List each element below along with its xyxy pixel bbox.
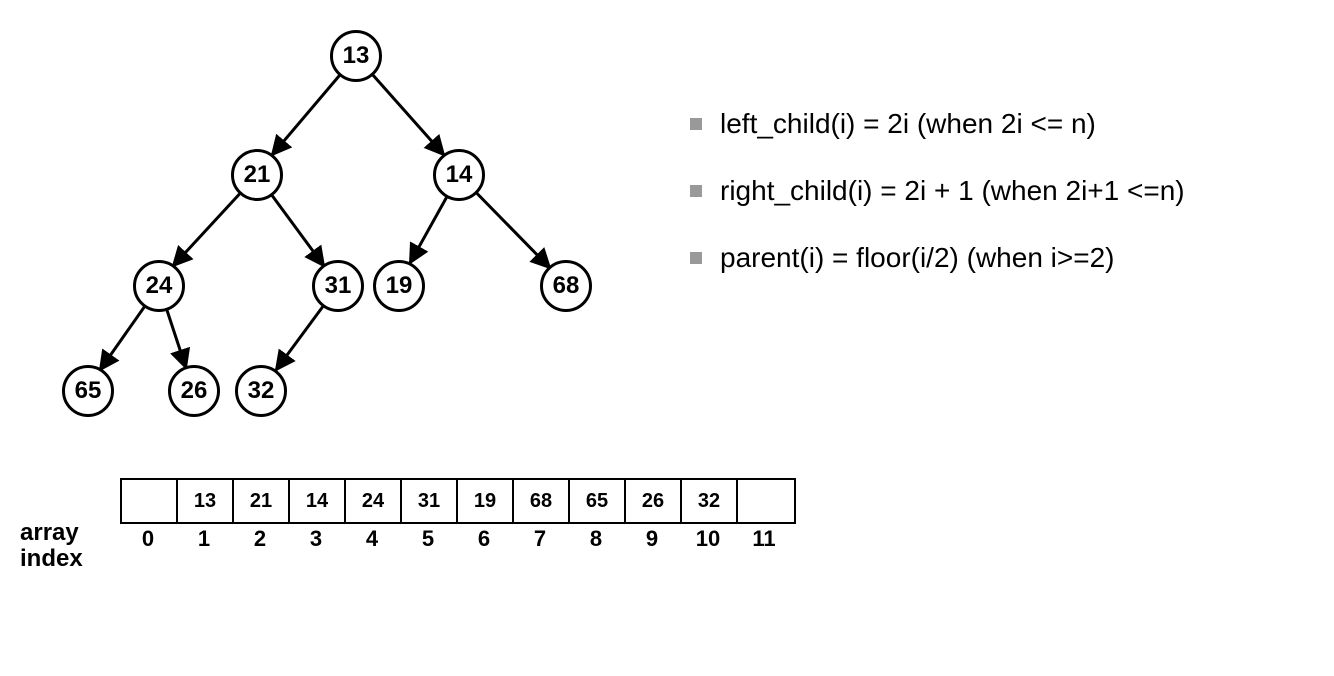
node-value: 21 — [244, 161, 271, 189]
node-value: 68 — [553, 272, 580, 300]
formula-text: right_child(i) = 2i + 1 (when 2i+1 <=n) — [720, 162, 1185, 221]
array-index: 0 — [120, 526, 176, 552]
node-value: 14 — [446, 161, 473, 189]
array-index: 3 — [288, 526, 344, 552]
array-index: 10 — [680, 526, 736, 552]
array-index: 6 — [456, 526, 512, 552]
array-cell: 31 — [402, 480, 458, 522]
array-cell: 65 — [570, 480, 626, 522]
tree-node-10: 32 — [235, 365, 287, 417]
array-index: 11 — [736, 526, 792, 552]
array-cell: 14 — [290, 480, 346, 522]
tree-node-1: 13 — [330, 30, 382, 82]
tree-node-7: 68 — [540, 260, 592, 312]
node-value: 32 — [248, 377, 275, 405]
formula-left-child: left_child(i) = 2i (when 2i <= n) — [690, 95, 1185, 154]
array-cell — [122, 480, 178, 522]
array-index: 8 — [568, 526, 624, 552]
tree-node-3: 14 — [433, 149, 485, 201]
array-index-row: 0 1 2 3 4 5 6 7 8 9 10 11 — [120, 526, 792, 552]
array-cell: 21 — [234, 480, 290, 522]
tree-node-9: 26 — [168, 365, 220, 417]
array-cell: 26 — [626, 480, 682, 522]
heap-diagram: 13 21 14 24 31 19 68 65 26 32 left_child… — [0, 0, 1334, 676]
array-index: 7 — [512, 526, 568, 552]
array-cell: 19 — [458, 480, 514, 522]
tree-node-4: 24 — [133, 260, 185, 312]
array-cell — [738, 480, 794, 522]
tree-node-5: 31 — [312, 260, 364, 312]
node-value: 31 — [325, 272, 352, 300]
node-value: 24 — [146, 272, 173, 300]
array-cells-row: 13 21 14 24 31 19 68 65 26 32 — [120, 478, 796, 524]
node-value: 13 — [343, 42, 370, 70]
array-axis-label: array index — [20, 520, 83, 573]
array-index: 4 — [344, 526, 400, 552]
node-value: 26 — [181, 377, 208, 405]
array-index: 1 — [176, 526, 232, 552]
bullet-icon — [690, 252, 702, 264]
array-cell: 24 — [346, 480, 402, 522]
array-cell: 68 — [514, 480, 570, 522]
array-index: 2 — [232, 526, 288, 552]
array-index: 9 — [624, 526, 680, 552]
tree-node-8: 65 — [62, 365, 114, 417]
node-value: 19 — [386, 272, 413, 300]
array-cell: 32 — [682, 480, 738, 522]
array-cell: 13 — [178, 480, 234, 522]
array-index: 5 — [400, 526, 456, 552]
node-value: 65 — [75, 377, 102, 405]
bullet-icon — [690, 185, 702, 197]
array-label-line2: index — [20, 546, 83, 572]
bullet-icon — [690, 118, 702, 130]
tree-node-2: 21 — [231, 149, 283, 201]
array-label-line1: array — [20, 520, 83, 546]
tree-node-6: 19 — [373, 260, 425, 312]
formula-right-child: right_child(i) = 2i + 1 (when 2i+1 <=n) — [690, 162, 1185, 221]
formula-list: left_child(i) = 2i (when 2i <= n) right_… — [690, 95, 1185, 295]
formula-parent: parent(i) = floor(i/2) (when i>=2) — [690, 229, 1185, 288]
formula-text: left_child(i) = 2i (when 2i <= n) — [720, 95, 1096, 154]
formula-text: parent(i) = floor(i/2) (when i>=2) — [720, 229, 1115, 288]
